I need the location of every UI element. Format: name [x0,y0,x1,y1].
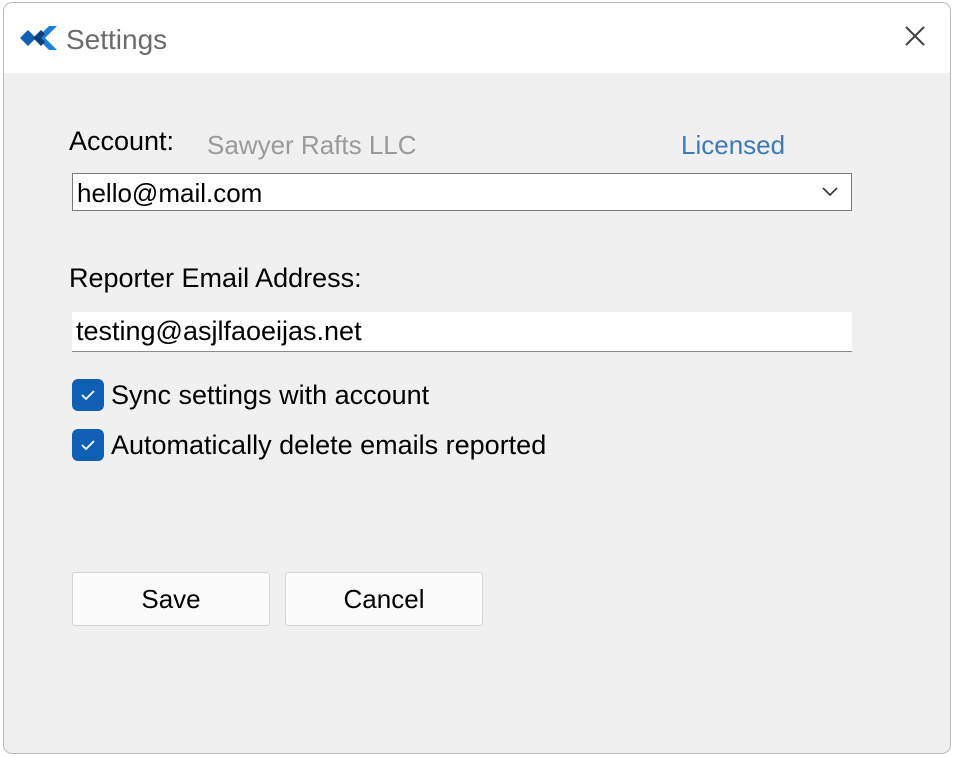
account-label: Account: [69,126,175,156]
app-logo-icon [20,26,57,50]
account-name: Sawyer Rafts LLC [207,130,417,160]
settings-dialog: Settings Account: Sawyer Rafts LLC Licen… [3,2,951,754]
sync-settings-checkbox-row[interactable]: Sync settings with account [72,378,429,412]
auto-delete-checkbox-row[interactable]: Automatically delete emails reported [72,428,546,462]
cancel-button[interactable]: Cancel [285,572,483,626]
window-title: Settings [66,24,168,55]
save-button[interactable]: Save [72,572,270,626]
checkmark-icon [81,390,95,401]
sync-settings-label: Sync settings with account [111,380,430,410]
account-select-value: hello@mail.com [77,178,263,208]
checkmark-icon [81,440,95,451]
close-icon [905,26,925,46]
title-bar: Settings [4,3,950,73]
auto-delete-checkbox[interactable] [72,429,104,461]
reporter-email-input[interactable] [72,312,852,352]
auto-delete-label: Automatically delete emails reported [111,430,547,460]
sync-settings-checkbox[interactable] [72,379,104,411]
chevron-down-icon [822,187,838,197]
reporter-email-label: Reporter Email Address: [69,263,362,293]
account-select[interactable]: hello@mail.com [72,173,852,211]
license-status-link[interactable]: Licensed [681,129,785,161]
close-button[interactable] [900,21,930,51]
